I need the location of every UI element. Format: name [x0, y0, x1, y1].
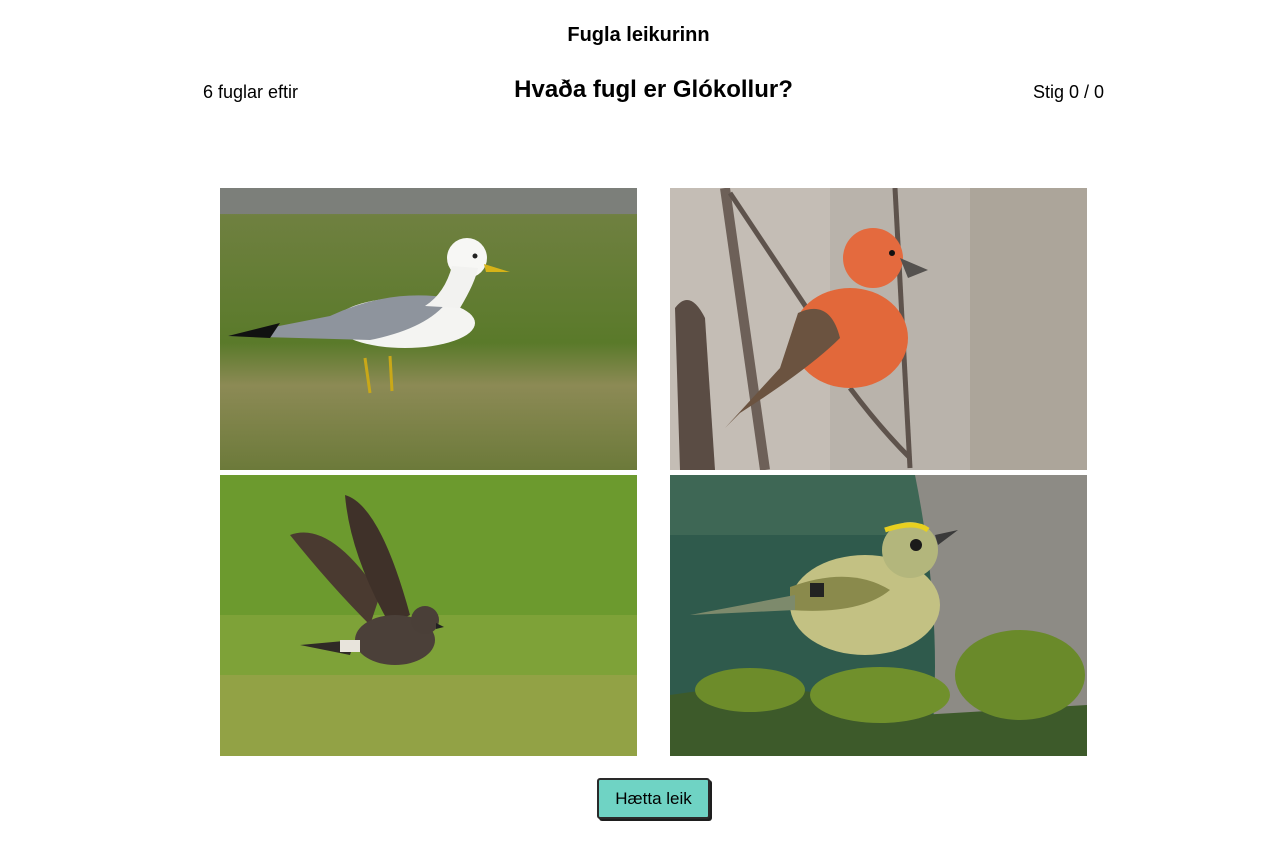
bird-choice-goldcrest[interactable] [670, 475, 1087, 756]
crossbill-image [670, 188, 1087, 470]
petrel-image [220, 475, 637, 756]
bird-choice-crossbill[interactable] [670, 188, 1087, 470]
bird-choice-gull[interactable] [220, 188, 637, 470]
goldcrest-image [670, 475, 1087, 756]
quit-game-button[interactable]: Hætta leik [597, 778, 710, 819]
bird-choice-petrel[interactable] [220, 475, 637, 756]
app-title: Fugla leikurinn [567, 24, 710, 46]
gull-image [220, 188, 637, 470]
score-display: Stig 0 / 0 [1032, 82, 1104, 102]
